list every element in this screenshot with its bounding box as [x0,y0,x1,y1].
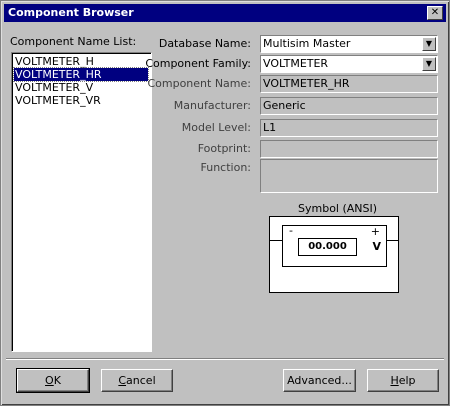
voltmeter-symbol: - + 00.000 V [282,224,387,267]
component-name-list[interactable]: VOLTMETER_H VOLTMETER_HR VOLTMETER_V VOL… [11,52,152,352]
database-name-label: Database Name: [158,37,251,50]
unit-label: V [372,240,381,253]
component-browser-window: Component Browser ✕ Component Name List:… [0,0,450,406]
symbol-lead-left [270,240,282,241]
component-name-label: Component Name: [147,77,251,90]
advanced-button[interactable]: Advanced... [283,369,356,392]
model-level-field: L1 [260,119,438,137]
component-family-label: Component Family: [145,57,251,70]
function-label: Function: [200,161,252,174]
list-item-selected[interactable]: VOLTMETER_HR [13,67,149,82]
separator [6,358,444,360]
function-field [260,159,438,193]
footprint-field [260,140,438,158]
list-item[interactable]: VOLTMETER_V [14,81,148,94]
symbol-preview: - + 00.000 V [269,216,399,293]
list-item[interactable]: VOLTMETER_H [14,55,148,68]
footprint-label: Footprint: [197,142,251,155]
component-name-list-label: Component Name List: [10,35,137,48]
minus-sign: - [289,224,293,237]
ok-button[interactable]: OK [16,368,90,393]
symbol-display: 00.000 [298,238,357,256]
component-family-value: VOLTMETER [263,57,329,70]
manufacturer-label: Manufacturer: [173,99,251,112]
chevron-down-icon[interactable]: ▼ [422,37,436,51]
component-name-field: VOLTMETER_HR [260,75,438,93]
database-name-value: Multisim Master [263,37,351,50]
symbol-title: Symbol (ANSI) [298,202,378,215]
plus-sign: + [370,225,380,238]
cancel-button[interactable]: Cancel [101,369,173,392]
close-icon[interactable]: ✕ [427,6,443,20]
title-bar[interactable]: Component Browser ✕ [4,4,446,22]
manufacturer-field: Generic [260,97,438,115]
chevron-down-icon[interactable]: ▼ [422,57,436,71]
list-item[interactable]: VOLTMETER_VR [14,94,148,107]
database-name-select[interactable]: Multisim Master ▼ [260,35,438,53]
help-button[interactable]: Help [367,369,439,392]
model-level-label: Model Level: [181,121,251,134]
symbol-lead-right [386,240,398,241]
window-title: Component Browser [8,6,134,19]
component-family-select[interactable]: VOLTMETER ▼ [260,55,438,73]
